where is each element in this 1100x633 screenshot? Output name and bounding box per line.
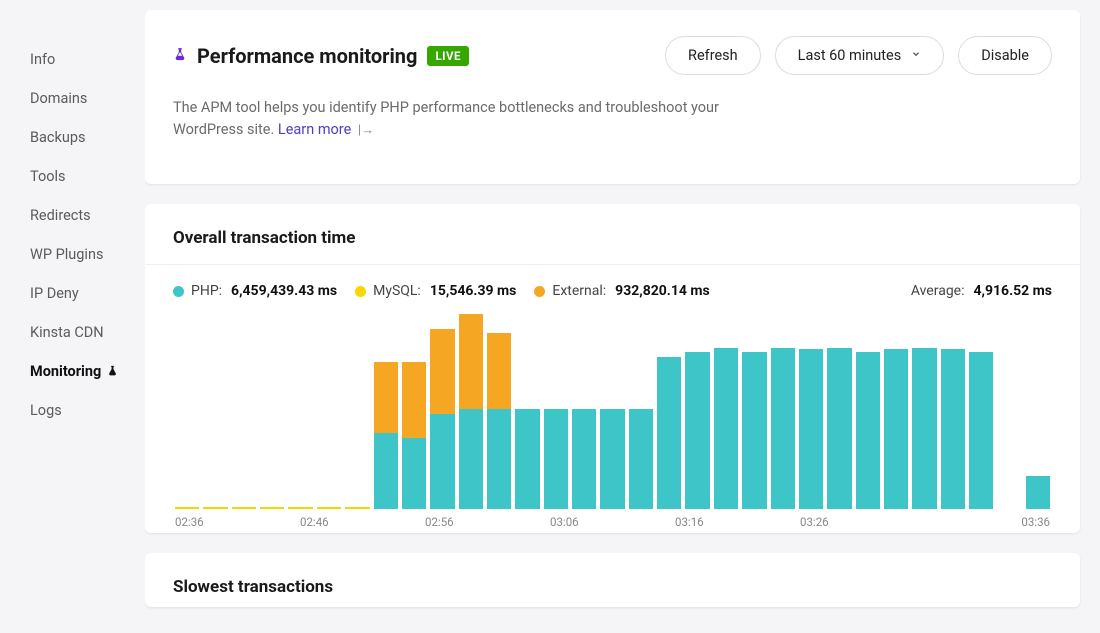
chart-bar bbox=[175, 507, 199, 510]
sidebar-item-tools[interactable]: Tools bbox=[30, 157, 145, 196]
chart-bar bbox=[657, 357, 681, 509]
sidebar-item-backups[interactable]: Backups bbox=[30, 118, 145, 157]
chart-bar bbox=[572, 409, 596, 509]
axis-tick: 02:56 bbox=[425, 515, 550, 529]
slowest-card: Slowest transactions bbox=[145, 553, 1080, 607]
sidebar: InfoDomainsBackupsToolsRedirectsWP Plugi… bbox=[0, 0, 145, 633]
chart-bar bbox=[288, 507, 312, 510]
chart-bar bbox=[459, 314, 483, 509]
chart-bar bbox=[799, 349, 823, 509]
chart-bar bbox=[232, 507, 256, 510]
dot-icon bbox=[534, 286, 545, 297]
sidebar-item-wp-plugins[interactable]: WP Plugins bbox=[30, 235, 145, 274]
external-link-icon: |→ bbox=[358, 123, 374, 138]
axis-tick: 03:16 bbox=[675, 515, 800, 529]
axis-tick: 03:36 bbox=[925, 515, 1050, 529]
chart-bar bbox=[941, 349, 965, 509]
chart-bar bbox=[714, 348, 738, 510]
slowest-title: Slowest transactions bbox=[173, 577, 1052, 597]
sidebar-item-logs[interactable]: Logs bbox=[30, 391, 145, 430]
flask-icon bbox=[173, 46, 187, 66]
refresh-button[interactable]: Refresh bbox=[665, 36, 761, 75]
dot-icon bbox=[173, 286, 184, 297]
sidebar-item-kinsta-cdn[interactable]: Kinsta CDN bbox=[30, 313, 145, 352]
chart-bar bbox=[260, 507, 284, 510]
learn-more-link[interactable]: Learn more bbox=[278, 121, 351, 138]
axis-tick: 03:06 bbox=[550, 515, 675, 529]
chart-bar bbox=[856, 352, 880, 509]
chart-bar bbox=[969, 352, 993, 509]
chart-bar bbox=[515, 409, 539, 509]
chart-bar bbox=[600, 409, 624, 509]
chart-bar bbox=[827, 348, 851, 510]
chart-bar bbox=[629, 409, 653, 509]
chart-bar bbox=[374, 362, 398, 510]
description: The APM tool helps you identify PHP perf… bbox=[173, 97, 733, 142]
chart-x-axis: 02:3602:4602:5603:0603:1603:2603:36 bbox=[173, 509, 1052, 529]
page-title: Performance monitoring bbox=[197, 44, 417, 68]
sidebar-item-domains[interactable]: Domains bbox=[30, 79, 145, 118]
sidebar-item-info[interactable]: Info bbox=[30, 40, 145, 79]
chart-bar bbox=[685, 352, 709, 509]
chart-bar bbox=[203, 507, 227, 510]
sidebar-item-monitoring[interactable]: Monitoring bbox=[30, 352, 145, 391]
chevron-down-icon bbox=[911, 49, 921, 62]
time-range-dropdown[interactable]: Last 60 minutes bbox=[775, 36, 945, 75]
chart-title: Overall transaction time bbox=[173, 228, 1052, 248]
flask-icon bbox=[107, 364, 118, 380]
sidebar-item-redirects[interactable]: Redirects bbox=[30, 196, 145, 235]
chart-bar bbox=[912, 348, 936, 510]
axis-tick: 02:36 bbox=[175, 515, 300, 529]
chart-bar bbox=[884, 349, 908, 509]
legend-average: Average: 4,916.52 ms bbox=[911, 283, 1052, 299]
disable-button[interactable]: Disable bbox=[958, 36, 1052, 75]
chart-bar bbox=[345, 507, 369, 510]
chart-bar bbox=[544, 409, 568, 509]
chart-bar bbox=[430, 329, 454, 510]
live-badge: LIVE bbox=[427, 46, 469, 66]
chart-legend: PHP: 6,459,439.43 ms MySQL: 15,546.39 ms… bbox=[173, 283, 1052, 299]
axis-tick: 02:46 bbox=[300, 515, 425, 529]
legend-php: PHP: 6,459,439.43 ms bbox=[173, 283, 337, 299]
main: Performance monitoring LIVE Refresh Last… bbox=[145, 0, 1100, 633]
legend-mysql: MySQL: 15,546.39 ms bbox=[355, 283, 516, 299]
sidebar-item-ip-deny[interactable]: IP Deny bbox=[30, 274, 145, 313]
chart-card: Overall transaction time PHP: 6,459,439.… bbox=[145, 204, 1080, 533]
stacked-bar-chart bbox=[173, 309, 1052, 509]
chart-bar bbox=[402, 362, 426, 510]
chart-bar bbox=[1026, 476, 1050, 509]
chart-bar bbox=[487, 333, 511, 509]
dot-icon bbox=[355, 286, 366, 297]
legend-external: External: 932,820.14 ms bbox=[534, 283, 709, 299]
chart-bar bbox=[317, 507, 341, 510]
chart-bar bbox=[771, 348, 795, 510]
chart-bar bbox=[742, 352, 766, 509]
axis-tick: 03:26 bbox=[800, 515, 925, 529]
header-card: Performance monitoring LIVE Refresh Last… bbox=[145, 10, 1080, 184]
